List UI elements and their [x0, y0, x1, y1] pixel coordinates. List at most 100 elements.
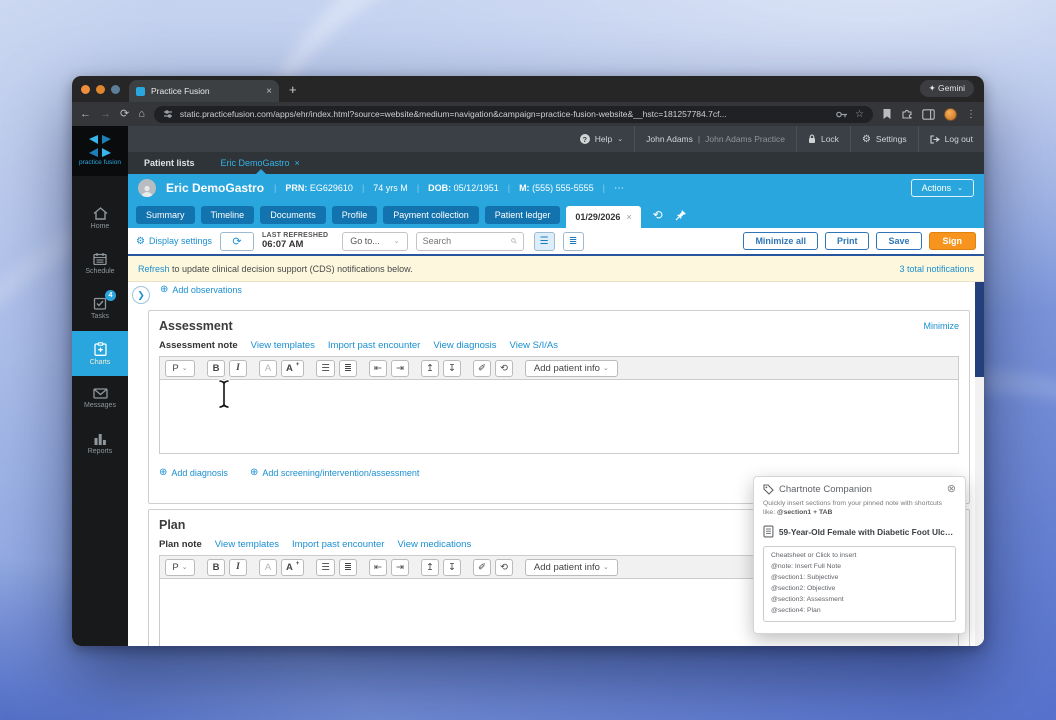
- zoom-window-button[interactable]: [111, 85, 120, 94]
- indent-icon[interactable]: ⇥: [391, 559, 409, 576]
- tab-payment-collection[interactable]: Payment collection: [383, 206, 479, 224]
- tab-patient-ledger[interactable]: Patient ledger: [485, 206, 561, 224]
- view-medications-link[interactable]: View medications: [397, 539, 471, 550]
- numbered-list-icon[interactable]: ≣: [339, 559, 357, 576]
- sidebar-item-reports[interactable]: Reports: [72, 421, 128, 466]
- tab-documents[interactable]: Documents: [260, 206, 326, 224]
- decrease-font-button[interactable]: A: [259, 559, 277, 576]
- sidebar-item-charts[interactable]: Charts: [72, 331, 128, 376]
- numbered-list-icon[interactable]: ≣: [339, 360, 357, 377]
- back-icon[interactable]: ←: [80, 109, 91, 120]
- close-chart-icon[interactable]: ×: [295, 158, 300, 168]
- sidebar-item-tasks[interactable]: 4 Tasks: [72, 286, 128, 331]
- side-panel-icon[interactable]: [922, 109, 935, 120]
- decrease-font-button[interactable]: A: [259, 360, 277, 377]
- import-past-encounter-link[interactable]: Import past encounter: [292, 539, 384, 550]
- bold-button[interactable]: B: [207, 360, 225, 377]
- popup-close-icon[interactable]: ⊗: [947, 484, 956, 495]
- settings-button[interactable]: ⚙ Settings: [850, 126, 918, 152]
- bullet-list-icon[interactable]: ☰: [316, 360, 335, 377]
- history-icon[interactable]: ⟲: [653, 208, 663, 222]
- outdent-icon[interactable]: ⇤: [369, 559, 387, 576]
- password-key-icon[interactable]: [836, 110, 848, 119]
- view-templates-link[interactable]: View templates: [251, 340, 315, 351]
- tab-close-icon[interactable]: ×: [266, 86, 272, 97]
- site-settings-icon[interactable]: [163, 109, 173, 119]
- add-patient-info-dropdown[interactable]: Add patient info⌄: [525, 360, 618, 377]
- minimize-window-button[interactable]: [96, 85, 105, 94]
- view-diagnosis-link[interactable]: View diagnosis: [433, 340, 496, 351]
- cds-refresh-link[interactable]: Refresh: [138, 264, 170, 274]
- tab-timeline[interactable]: Timeline: [201, 206, 255, 224]
- reload-icon[interactable]: ⟳: [120, 109, 129, 120]
- grid-view-toggle[interactable]: ≣: [563, 232, 584, 251]
- forward-icon[interactable]: →: [100, 109, 111, 120]
- display-settings-button[interactable]: ⚙Display settings: [136, 236, 212, 247]
- logout-button[interactable]: Log out: [918, 126, 984, 152]
- increase-font-button[interactable]: A+: [281, 559, 304, 576]
- patient-lists-tab[interactable]: Patient lists: [144, 158, 195, 174]
- shortcut-section1[interactable]: @section1: Subjective: [771, 573, 948, 584]
- tab-profile[interactable]: Profile: [332, 206, 378, 224]
- save-button[interactable]: Save: [876, 232, 921, 250]
- user-menu[interactable]: John Adams | John Adams Practice: [634, 126, 796, 152]
- shortcut-section4[interactable]: @section4: Plan: [771, 606, 948, 617]
- import-past-encounter-link[interactable]: Import past encounter: [328, 340, 420, 351]
- tab-encounter-date[interactable]: 01/29/2026×: [566, 206, 640, 228]
- align-top-icon[interactable]: ↥: [421, 360, 439, 377]
- profile-avatar[interactable]: [944, 108, 957, 121]
- paragraph-style-dropdown[interactable]: P⌄: [165, 559, 195, 576]
- sidebar-item-schedule[interactable]: Schedule: [72, 241, 128, 286]
- add-observations-link[interactable]: ⊕Add observations: [160, 284, 242, 295]
- lock-button[interactable]: Lock: [796, 126, 850, 152]
- sidebar-item-home[interactable]: Home: [72, 196, 128, 241]
- close-encounter-icon[interactable]: ×: [626, 212, 631, 222]
- outdent-icon[interactable]: ⇤: [369, 360, 387, 377]
- goto-dropdown[interactable]: Go to...⌄: [342, 232, 407, 251]
- home-icon[interactable]: ⌂: [138, 109, 145, 120]
- italic-button[interactable]: I: [229, 559, 247, 576]
- align-bottom-icon[interactable]: ↧: [443, 559, 461, 576]
- refresh-button[interactable]: ⟳: [220, 232, 254, 251]
- print-button[interactable]: Print: [825, 232, 870, 250]
- bold-button[interactable]: B: [207, 559, 225, 576]
- pin-icon[interactable]: [675, 209, 687, 221]
- italic-button[interactable]: I: [229, 360, 247, 377]
- assessment-minimize-link[interactable]: Minimize: [923, 321, 959, 331]
- cds-total-link[interactable]: 3 total notifications: [899, 264, 974, 274]
- shortcut-note[interactable]: @note: Insert Full Note: [771, 562, 948, 573]
- assessment-note-textarea[interactable]: [159, 380, 959, 454]
- actions-button[interactable]: Actions⌄: [911, 179, 974, 197]
- minimize-all-button[interactable]: Minimize all: [743, 232, 818, 250]
- view-sias-link[interactable]: View S/I/As: [510, 340, 558, 351]
- close-window-button[interactable]: [81, 85, 90, 94]
- view-templates-link[interactable]: View templates: [215, 539, 279, 550]
- indent-icon[interactable]: ⇥: [391, 360, 409, 377]
- help-menu[interactable]: ? Help ⌄: [569, 126, 634, 152]
- extensions-icon[interactable]: [901, 108, 913, 120]
- browser-tab[interactable]: Practice Fusion ×: [129, 80, 279, 102]
- shortcut-section2[interactable]: @section2: Objective: [771, 584, 948, 595]
- add-screening-link[interactable]: ⊕Add screening/intervention/assessment: [250, 467, 419, 478]
- list-view-toggle[interactable]: ☰: [534, 232, 555, 251]
- search-input[interactable]: [423, 236, 507, 246]
- undo-icon[interactable]: ⟲: [495, 559, 513, 576]
- gemini-button[interactable]: ✦ Gemini: [920, 80, 974, 97]
- pinned-note-item[interactable]: 59-Year-Old Female with Diabetic Foot Ul…: [763, 525, 956, 545]
- align-bottom-icon[interactable]: ↧: [443, 360, 461, 377]
- address-bar[interactable]: static.practicefusion.com/apps/ehr/index…: [154, 106, 873, 123]
- bookmarks-icon[interactable]: [882, 108, 892, 120]
- add-patient-info-dropdown[interactable]: Add patient info⌄: [525, 559, 618, 576]
- sidebar-item-messages[interactable]: Messages: [72, 376, 128, 421]
- tab-summary[interactable]: Summary: [136, 206, 195, 224]
- undo-icon[interactable]: ⟲: [495, 360, 513, 377]
- clear-format-icon[interactable]: ✐: [473, 360, 491, 377]
- patient-more-button[interactable]: ⋯: [614, 183, 625, 194]
- add-diagnosis-link[interactable]: ⊕Add diagnosis: [159, 467, 228, 478]
- scrollbar-thumb[interactable]: [975, 282, 984, 377]
- paragraph-style-dropdown[interactable]: P⌄: [165, 360, 195, 377]
- shortcut-section3[interactable]: @section3: Assessment: [771, 595, 948, 606]
- expand-panel-button[interactable]: ❯: [132, 286, 150, 304]
- practice-fusion-logo[interactable]: practice fusion: [72, 126, 128, 176]
- open-chart-tab[interactable]: Eric DemoGastro×: [221, 158, 300, 174]
